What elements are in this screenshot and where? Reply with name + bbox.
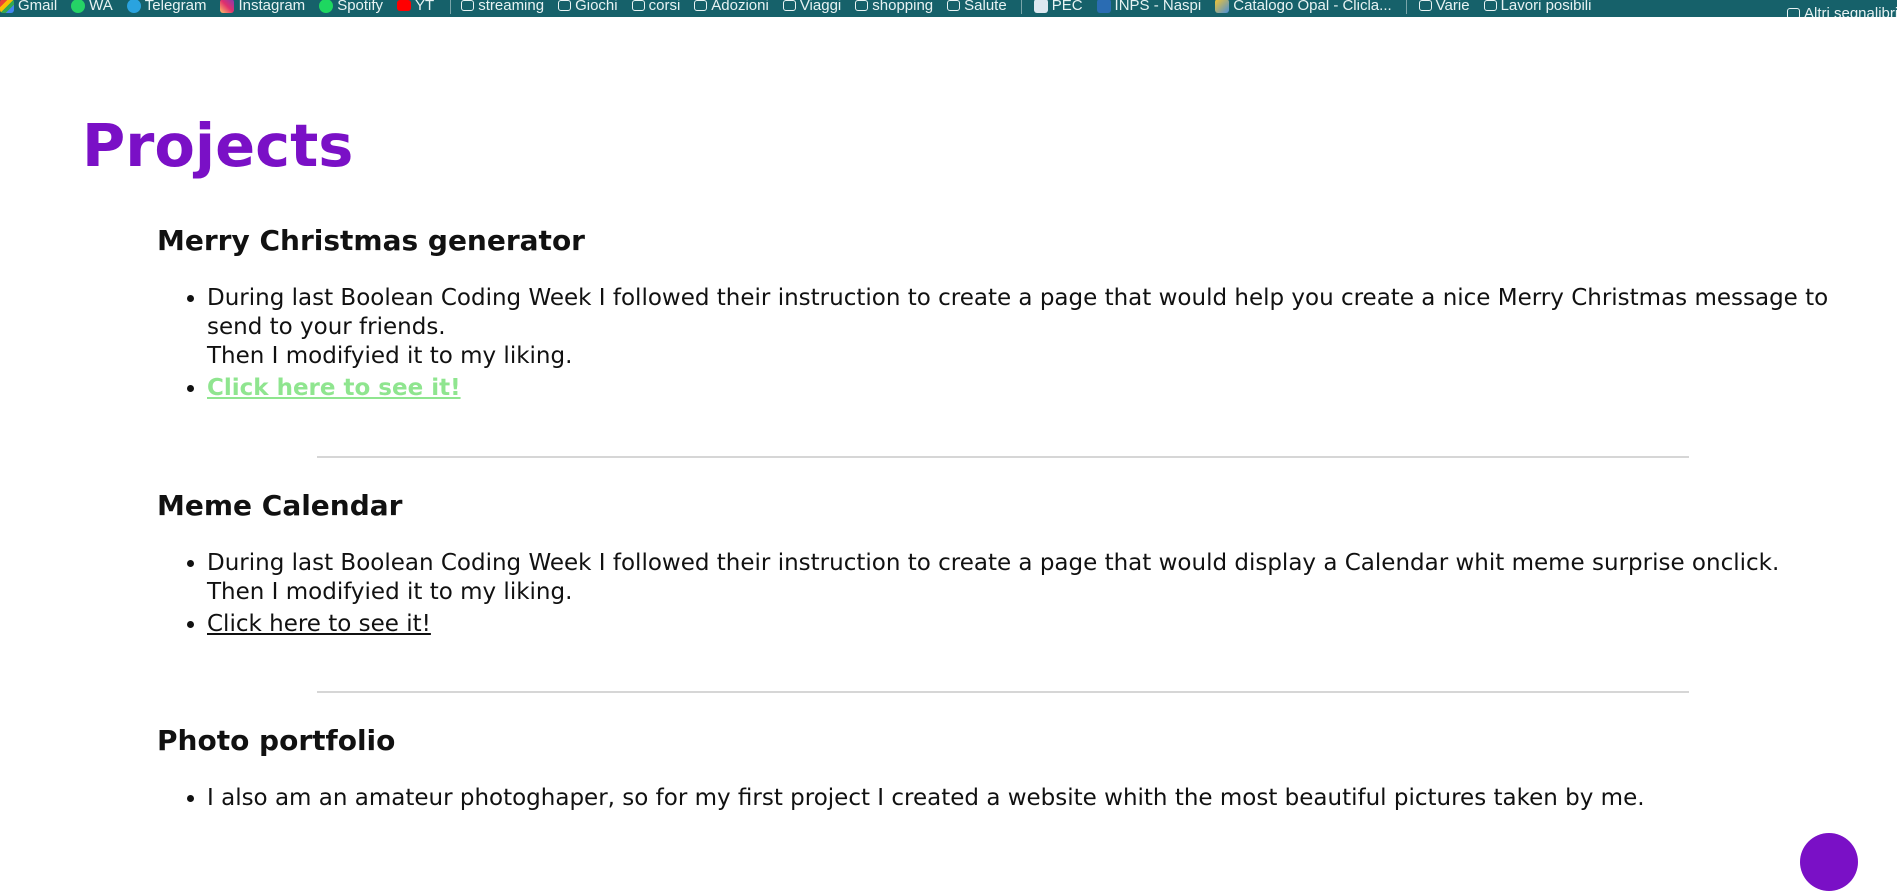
bookmark-label: Lavori posibili bbox=[1500, 0, 1592, 14]
folder-icon bbox=[855, 0, 869, 11]
telegram-icon bbox=[126, 0, 141, 13]
bookmark-label: YT bbox=[415, 0, 435, 14]
list-item: During last Boolean Coding Week I follow… bbox=[207, 549, 1877, 607]
bookmark-label: PEC bbox=[1051, 0, 1083, 14]
bookmark-spotify[interactable]: Spotify bbox=[319, 0, 383, 13]
bookmark-folder-viaggi[interactable]: Viaggi bbox=[782, 0, 842, 14]
folder-icon bbox=[694, 0, 708, 11]
opal-icon bbox=[1215, 0, 1230, 13]
project-description: During last Boolean Coding Week I follow… bbox=[207, 550, 1780, 576]
bookmark-label: Gmail bbox=[18, 0, 58, 14]
bookmark-separator bbox=[1405, 0, 1407, 14]
bookmark-folder-corsi[interactable]: corsi bbox=[631, 0, 681, 14]
project-photo-portfolio: Photo portfolio I also am an amateur pho… bbox=[157, 724, 1877, 813]
bookmark-label: Adozioni bbox=[711, 0, 769, 14]
pec-icon bbox=[1033, 0, 1048, 13]
bookmark-folder-lavori[interactable]: Lavori posibili bbox=[1483, 0, 1592, 14]
bookmark-folder-adozioni[interactable]: Adozioni bbox=[694, 0, 769, 13]
project-note: Then I modifyied it to my liking. bbox=[207, 579, 573, 605]
project-details: During last Boolean Coding Week I follow… bbox=[157, 549, 1877, 639]
bookmark-label: Catalogo Opal - Clicla... bbox=[1233, 0, 1392, 14]
bookmark-folder-altri[interactable]: Altri segnalibri bbox=[1787, 6, 1897, 17]
bookmark-wa[interactable]: WA bbox=[71, 0, 113, 13]
bookmark-separator bbox=[1020, 0, 1022, 14]
bookmark-folder-shopping[interactable]: shopping bbox=[855, 0, 933, 13]
bookmark-label: shopping bbox=[872, 0, 934, 14]
bookmark-label: streaming bbox=[478, 0, 545, 14]
bookmark-folder-giochi[interactable]: Giochi bbox=[558, 0, 618, 13]
folder-icon bbox=[1483, 0, 1497, 11]
bookmark-inps[interactable]: INPS - Naspi bbox=[1096, 0, 1202, 14]
project-title: Photo portfolio bbox=[157, 724, 396, 757]
bookmark-folder-varie[interactable]: Varie bbox=[1418, 0, 1470, 14]
bookmark-yt[interactable]: YT bbox=[397, 0, 434, 13]
bookmark-folder-salute[interactable]: Salute bbox=[947, 0, 1007, 13]
folder-icon bbox=[1418, 0, 1432, 11]
instagram-icon bbox=[220, 0, 235, 13]
bookmark-label: Instagram bbox=[238, 0, 306, 14]
project-description: I also am an amateur photoghaper, so for… bbox=[207, 785, 1645, 811]
folder-icon bbox=[782, 0, 796, 11]
project-description: During last Boolean Coding Week I follow… bbox=[207, 285, 1829, 340]
folder-icon bbox=[558, 0, 572, 11]
project-details: I also am an amateur photoghaper, so for… bbox=[157, 784, 1877, 813]
folder-icon bbox=[631, 0, 645, 11]
folder-icon bbox=[1787, 8, 1800, 17]
bookmark-label: Altri segnalibri bbox=[1804, 5, 1897, 17]
see-project-link[interactable]: Click here to see it! bbox=[207, 611, 431, 637]
bookmark-separator bbox=[450, 0, 452, 14]
list-item: I also am an amateur photoghaper, so for… bbox=[207, 784, 1877, 813]
bookmark-telegram[interactable]: Telegram bbox=[126, 0, 207, 14]
bookmark-label: Salute bbox=[964, 0, 1007, 14]
bookmark-gmail[interactable]: Gmail bbox=[0, 0, 57, 13]
project-details: During last Boolean Coding Week I follow… bbox=[157, 284, 1877, 403]
page-title: Projects bbox=[82, 111, 354, 180]
project-meme-calendar: Meme Calendar During last Boolean Coding… bbox=[157, 489, 1877, 639]
divider bbox=[317, 691, 1689, 693]
gmail-icon bbox=[0, 0, 14, 13]
bookmark-label: Spotify bbox=[337, 0, 384, 14]
project-title: Meme Calendar bbox=[157, 489, 403, 522]
see-project-link[interactable]: Click here to see it! bbox=[207, 375, 461, 401]
list-item: During last Boolean Coding Week I follow… bbox=[207, 284, 1877, 371]
project-merry-christmas: Merry Christmas generator During last Bo… bbox=[157, 224, 1877, 403]
list-item: Click here to see it! bbox=[207, 374, 1877, 403]
whatsapp-icon bbox=[71, 0, 86, 13]
bookmark-label: Telegram bbox=[144, 0, 207, 14]
list-item: Click here to see it! bbox=[207, 610, 1877, 639]
folder-icon bbox=[947, 0, 961, 11]
bookmark-label: Varie bbox=[1435, 0, 1470, 14]
inps-icon bbox=[1096, 0, 1111, 13]
floating-action-button[interactable] bbox=[1800, 833, 1858, 891]
bookmarks-bar: Gmail WA Telegram Instagram Spotify YT s… bbox=[0, 0, 1897, 17]
youtube-icon bbox=[397, 0, 412, 11]
bookmark-label: INPS - Naspi bbox=[1114, 0, 1202, 14]
spotify-icon bbox=[319, 0, 334, 13]
bookmark-opal[interactable]: Catalogo Opal - Clicla... bbox=[1215, 0, 1392, 14]
bookmark-label: Giochi bbox=[575, 0, 618, 14]
bookmark-instagram[interactable]: Instagram bbox=[220, 0, 305, 13]
project-title: Merry Christmas generator bbox=[157, 224, 585, 257]
divider bbox=[317, 456, 1689, 458]
bookmark-label: WA bbox=[89, 0, 113, 14]
project-note: Then I modifyied it to my liking. bbox=[207, 343, 573, 369]
folder-icon bbox=[461, 0, 475, 11]
bookmark-pec[interactable]: PEC bbox=[1033, 0, 1083, 14]
bookmark-folder-streaming[interactable]: streaming bbox=[461, 0, 544, 13]
bookmark-label: corsi bbox=[648, 0, 681, 14]
bookmark-label: Viaggi bbox=[799, 0, 842, 14]
